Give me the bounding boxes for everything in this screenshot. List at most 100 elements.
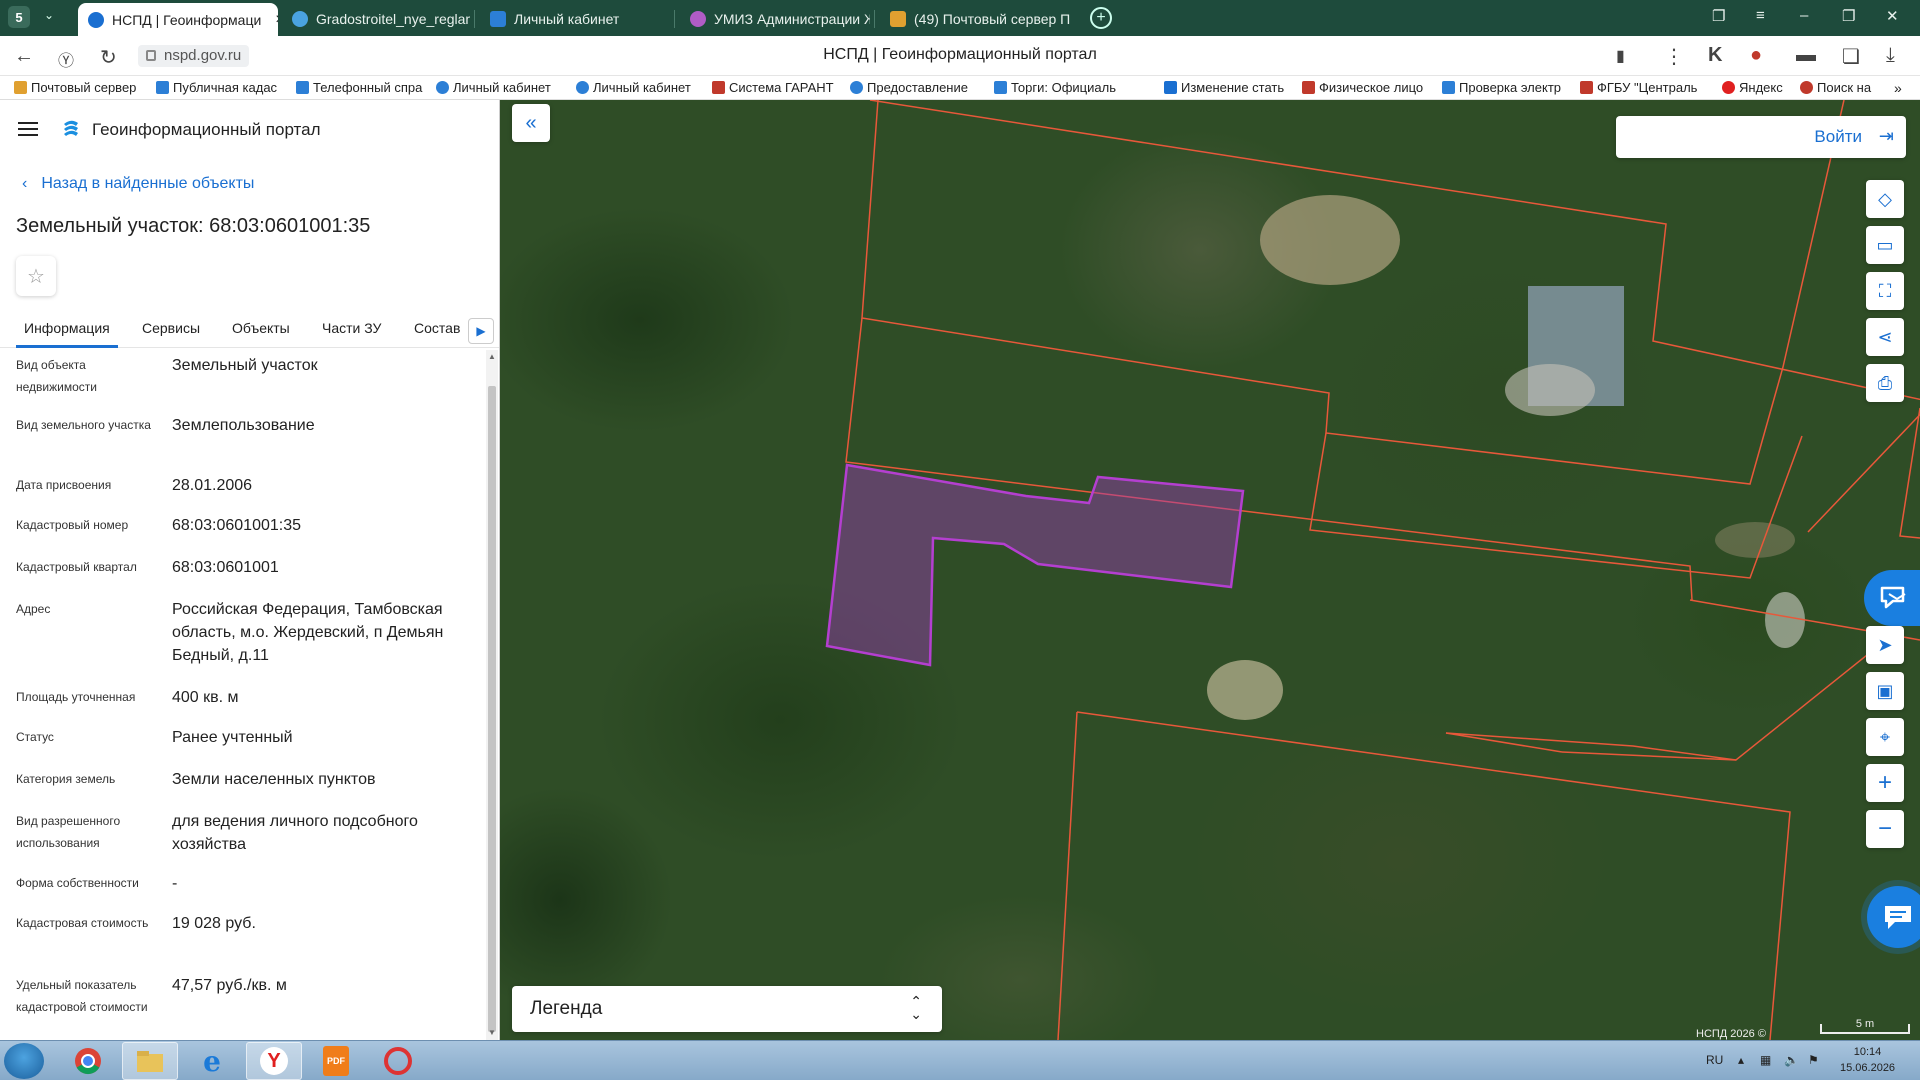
bookmark-item[interactable]: Проверка электр [1442, 80, 1561, 95]
tab-objects[interactable]: Объекты [232, 320, 290, 336]
app-c-taskbar-icon[interactable] [370, 1042, 426, 1080]
zoom-out-button[interactable]: − [1866, 810, 1904, 848]
collapse-panel-button[interactable]: « [512, 104, 550, 142]
close-window-icon[interactable]: ✕ [1886, 7, 1899, 25]
roof-patch [1207, 660, 1283, 720]
emblem-icon [1580, 81, 1593, 94]
tabs-scroll-right-button[interactable]: ▶ [468, 318, 494, 344]
bookmark-item[interactable]: Яндекс [1722, 80, 1783, 95]
property-value: Землепользование [172, 417, 315, 434]
bookmark-collections-icon[interactable]: ❐ [1712, 7, 1725, 25]
property-value: 28.01.2006 [172, 477, 253, 494]
minimap-button[interactable]: ▣ [1866, 672, 1904, 710]
menu-icon[interactable]: ≡ [1756, 7, 1765, 24]
scrollbar-thumb[interactable] [488, 386, 496, 1032]
ruler-icon: ▭ [1876, 234, 1894, 255]
system-clock[interactable]: 10:14 15.06.2026 [1840, 1044, 1895, 1076]
bookmark-item[interactable]: Почтовый сервер [14, 80, 136, 95]
clock-date: 15.06.2026 [1840, 1062, 1896, 1074]
bookmark-item[interactable]: ФГБУ "Централь [1580, 80, 1697, 95]
property-value: Земли населенных пунктов [172, 771, 376, 788]
tab-umiz[interactable]: УМИЗ Администрации Ж [680, 4, 870, 34]
tray-expand-icon[interactable]: ▴ [1738, 1053, 1744, 1067]
legend-dropdown[interactable]: Легенда ⌃ ⌄ [512, 986, 942, 1032]
tab-pochtovyi-server[interactable]: (49) Почтовый сервер Пр [880, 4, 1070, 34]
extension-bug-icon[interactable]: ● [1750, 44, 1762, 67]
tab-composition[interactable]: Состав [414, 320, 460, 336]
clock-time: 10:14 [1853, 1046, 1882, 1058]
close-icon[interactable]: × [275, 11, 278, 29]
chevron-right-icon: ▶ [476, 324, 486, 338]
tab-lichnyi-kabinet[interactable]: Личный кабинет [480, 4, 670, 34]
tab-gradostroitel[interactable]: Gradostroitel_nye_reglame [282, 4, 470, 34]
search-icon [1800, 81, 1813, 94]
scroll-down-icon[interactable]: ▼ [487, 1028, 497, 1037]
minimize-icon[interactable]: – [1800, 7, 1808, 24]
bookmark-item[interactable]: Личный кабинет [576, 80, 691, 95]
scroll-up-icon[interactable]: ▲ [487, 352, 497, 361]
roof-patch [1260, 195, 1400, 285]
message-icon [1880, 586, 1906, 609]
bookmark-item[interactable]: Изменение стать [1164, 80, 1284, 95]
network-icon[interactable]: ▦ [1760, 1053, 1771, 1067]
bookmark-item[interactable]: Торги: Официаль [994, 80, 1116, 95]
bookmark-item[interactable]: Система ГАРАНТ [712, 80, 834, 95]
start-button[interactable] [4, 1043, 44, 1079]
tab-divider [874, 10, 875, 28]
zoom-in-button[interactable]: + [1866, 764, 1904, 802]
pdf-app-taskbar-icon[interactable]: PDF [308, 1042, 364, 1080]
bookmark-item[interactable]: Телефонный спра [296, 80, 422, 95]
chevron-down-icon[interactable]: ⌄ [44, 8, 54, 22]
property-value: 68:03:0601001 [172, 559, 279, 576]
property-label: Площадь уточненная [16, 690, 136, 704]
volume-icon[interactable]: 🔈 [1784, 1053, 1799, 1067]
back-to-results-link[interactable]: ‹ Назад в найденные объекты [22, 175, 254, 193]
property-list: Вид объекта недвижимости Земельный участ… [0, 350, 486, 1040]
extension-k-icon[interactable]: K [1708, 44, 1722, 67]
yandex-browser-taskbar-icon[interactable]: Y [246, 1042, 302, 1080]
selected-parcel-highlight[interactable] [825, 463, 1245, 667]
extension-hat-icon[interactable]: ▬ [1796, 44, 1816, 67]
bookmark-icon[interactable]: ▮ [1616, 46, 1625, 66]
hamburger-menu-icon[interactable] [18, 122, 38, 136]
tab-services[interactable]: Сервисы [142, 320, 200, 336]
search-location-button[interactable]: ⌖ [1866, 718, 1904, 756]
favorite-star-button[interactable]: ☆ [16, 256, 56, 296]
tab-parts[interactable]: Части ЗУ [322, 320, 381, 336]
explorer-taskbar-icon[interactable] [122, 1042, 178, 1080]
tab-count-badge[interactable]: 5 [8, 6, 30, 28]
satellite-map[interactable]: « Войти ⇥ ◇ ▭ ⛶ ⋖ ⎙ ➤ ▣ ⌖ + − Легенда ⌃ ⌄… [500, 100, 1920, 1040]
tab-information[interactable]: Информация [16, 320, 118, 348]
bookmark-item[interactable]: Физическое лицо [1302, 80, 1423, 95]
share-button[interactable]: ⋖ [1866, 318, 1904, 356]
print-button[interactable]: ⎙ [1866, 364, 1904, 402]
language-indicator[interactable]: RU [1706, 1053, 1723, 1067]
restore-icon[interactable]: ❐ [1842, 7, 1855, 25]
roof-patch [1765, 592, 1805, 648]
feedback-tab[interactable] [1864, 570, 1920, 626]
chrome-taskbar-icon[interactable] [60, 1042, 116, 1080]
bookmark-item[interactable]: Поиск на [1800, 80, 1871, 95]
ruler-button[interactable]: ▭ [1866, 226, 1904, 264]
property-value: - [172, 875, 178, 892]
bookmark-item[interactable]: Публичная кадас [156, 80, 277, 95]
bookmark-item[interactable]: Предоставление [850, 80, 968, 95]
locate-button[interactable]: ➤ [1866, 626, 1904, 664]
property-label: Кадастровый квартал [16, 560, 137, 574]
extensions-icon[interactable]: ❏ [1842, 44, 1860, 69]
new-tab-button[interactable]: + [1090, 7, 1112, 29]
chat-assistant-button[interactable] [1867, 886, 1920, 948]
property-label: Вид земельного участка [16, 418, 151, 432]
ie-taskbar-icon[interactable]: e [184, 1042, 240, 1080]
tab-nspd[interactable]: НСПД | Геоинформаци × [78, 3, 278, 36]
login-button[interactable]: Войти ⇥ [1616, 116, 1906, 158]
layers-button[interactable]: ◇ [1866, 180, 1904, 218]
download-icon[interactable]: ⤓ [1886, 44, 1895, 67]
action-center-icon[interactable]: ⚑ [1808, 1053, 1819, 1067]
select-area-button[interactable]: ⛶ [1866, 272, 1904, 310]
bookmarks-bar: Почтовый сервер Публичная кадас Телефонн… [0, 76, 1920, 100]
more-icon[interactable]: ⋮ [1664, 44, 1684, 69]
share-icon: ⋖ [1877, 326, 1893, 347]
more-bookmarks-icon[interactable]: » [1894, 80, 1902, 96]
bookmark-item[interactable]: Личный кабинет [436, 80, 551, 95]
